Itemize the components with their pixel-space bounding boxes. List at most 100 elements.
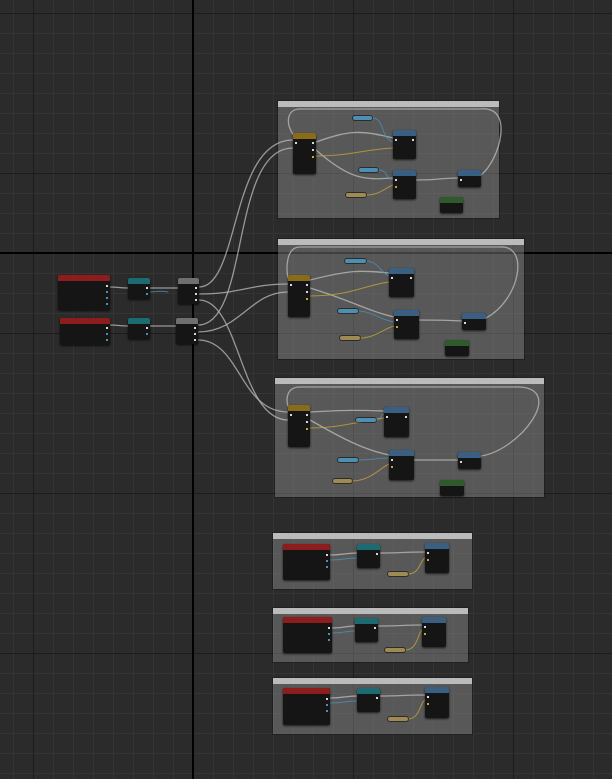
value-pin[interactable]: [427, 703, 429, 705]
value-pin[interactable]: [306, 298, 308, 300]
exec-pin[interactable]: [395, 179, 397, 181]
flow-macro-node[interactable]: [293, 133, 316, 174]
value-pin[interactable]: [395, 186, 397, 188]
exec-pin[interactable]: [295, 142, 297, 144]
exec-pin[interactable]: [312, 142, 314, 144]
function-call-node[interactable]: [394, 310, 419, 339]
output-pin[interactable]: [326, 710, 328, 712]
exec-pin[interactable]: [306, 421, 308, 423]
exec-pin[interactable]: [290, 414, 292, 416]
function-call-node[interactable]: [393, 170, 416, 199]
event-node[interactable]: [58, 275, 110, 310]
object-variable-node[interactable]: [356, 418, 376, 422]
exec-pin[interactable]: [405, 416, 407, 418]
value-pin[interactable]: [391, 466, 393, 468]
exec-pin[interactable]: [306, 414, 308, 416]
exec-pin[interactable]: [460, 461, 462, 463]
function-call-node[interactable]: [458, 170, 481, 187]
exec-pin[interactable]: [306, 284, 308, 286]
flow-macro-node[interactable]: [288, 275, 310, 317]
value-variable-node[interactable]: [340, 336, 360, 340]
output-pin[interactable]: [106, 291, 108, 293]
event-node[interactable]: [283, 544, 330, 580]
output-pin[interactable]: [326, 704, 328, 706]
then-pin[interactable]: [195, 299, 197, 301]
value-variable-node[interactable]: [333, 479, 352, 483]
exec-pin[interactable]: [464, 322, 466, 324]
exec-pin[interactable]: [374, 627, 376, 629]
value-pin[interactable]: [306, 428, 308, 430]
object-variable-node[interactable]: [353, 116, 372, 120]
object-variable-node[interactable]: [345, 259, 366, 263]
output-pin[interactable]: [146, 333, 148, 335]
function-call-node[interactable]: [393, 130, 416, 159]
exec-pin[interactable]: [391, 459, 393, 461]
exec-pin[interactable]: [427, 696, 429, 698]
value-pin[interactable]: [396, 326, 398, 328]
sequence-node[interactable]: [176, 318, 198, 344]
output-pin[interactable]: [106, 333, 108, 335]
output-pin[interactable]: [326, 560, 328, 562]
function-call-node[interactable]: [425, 543, 449, 573]
object-variable-node[interactable]: [359, 168, 378, 172]
exec-pin[interactable]: [386, 416, 388, 418]
exec-pin[interactable]: [326, 554, 328, 556]
exec-pin[interactable]: [290, 284, 292, 286]
exec-pin[interactable]: [424, 626, 426, 628]
exec-pin[interactable]: [396, 319, 398, 321]
cast-node[interactable]: [357, 688, 380, 712]
action-node[interactable]: [440, 197, 463, 213]
exec-pin[interactable]: [106, 327, 108, 329]
value-variable-node[interactable]: [385, 648, 405, 652]
output-pin[interactable]: [146, 293, 148, 295]
flow-macro-node[interactable]: [288, 405, 310, 447]
function-call-node[interactable]: [458, 452, 481, 469]
exec-pin[interactable]: [395, 139, 397, 141]
event-node[interactable]: [283, 688, 330, 725]
function-call-node[interactable]: [425, 687, 449, 718]
exec-pin[interactable]: [326, 698, 328, 700]
function-call-node[interactable]: [422, 617, 446, 647]
value-pin[interactable]: [427, 559, 429, 561]
value-pin[interactable]: [424, 633, 426, 635]
exec-pin[interactable]: [146, 327, 148, 329]
exec-pin[interactable]: [410, 277, 412, 279]
cast-node[interactable]: [357, 544, 380, 568]
action-node[interactable]: [445, 340, 469, 356]
exec-pin[interactable]: [412, 139, 414, 141]
action-node[interactable]: [440, 480, 464, 496]
output-pin[interactable]: [328, 639, 330, 641]
value-variable-node[interactable]: [388, 572, 408, 576]
exec-pin[interactable]: [391, 277, 393, 279]
function-call-node[interactable]: [389, 450, 414, 480]
then-pin[interactable]: [194, 333, 196, 335]
object-variable-node[interactable]: [338, 458, 358, 462]
exec-pin[interactable]: [306, 291, 308, 293]
then-pin[interactable]: [195, 287, 197, 289]
sequence-node[interactable]: [178, 278, 199, 304]
exec-pin[interactable]: [312, 149, 314, 151]
exec-pin[interactable]: [376, 697, 378, 699]
exec-pin[interactable]: [146, 287, 148, 289]
then-pin[interactable]: [194, 327, 196, 329]
exec-pin[interactable]: [427, 552, 429, 554]
function-call-node[interactable]: [389, 268, 414, 297]
output-pin[interactable]: [106, 339, 108, 341]
then-pin[interactable]: [195, 293, 197, 295]
cast-node[interactable]: [128, 278, 150, 299]
then-pin[interactable]: [194, 339, 196, 341]
object-variable-node[interactable]: [338, 309, 358, 313]
function-call-node[interactable]: [384, 407, 409, 437]
exec-pin[interactable]: [328, 627, 330, 629]
output-pin[interactable]: [328, 633, 330, 635]
value-variable-node[interactable]: [346, 193, 366, 197]
output-pin[interactable]: [106, 297, 108, 299]
exec-pin[interactable]: [460, 179, 462, 181]
exec-pin[interactable]: [106, 285, 108, 287]
event-node[interactable]: [283, 617, 332, 653]
cast-node[interactable]: [355, 618, 378, 642]
output-pin[interactable]: [326, 566, 328, 568]
value-pin[interactable]: [312, 156, 314, 158]
function-call-node[interactable]: [462, 313, 486, 330]
exec-pin[interactable]: [376, 553, 378, 555]
